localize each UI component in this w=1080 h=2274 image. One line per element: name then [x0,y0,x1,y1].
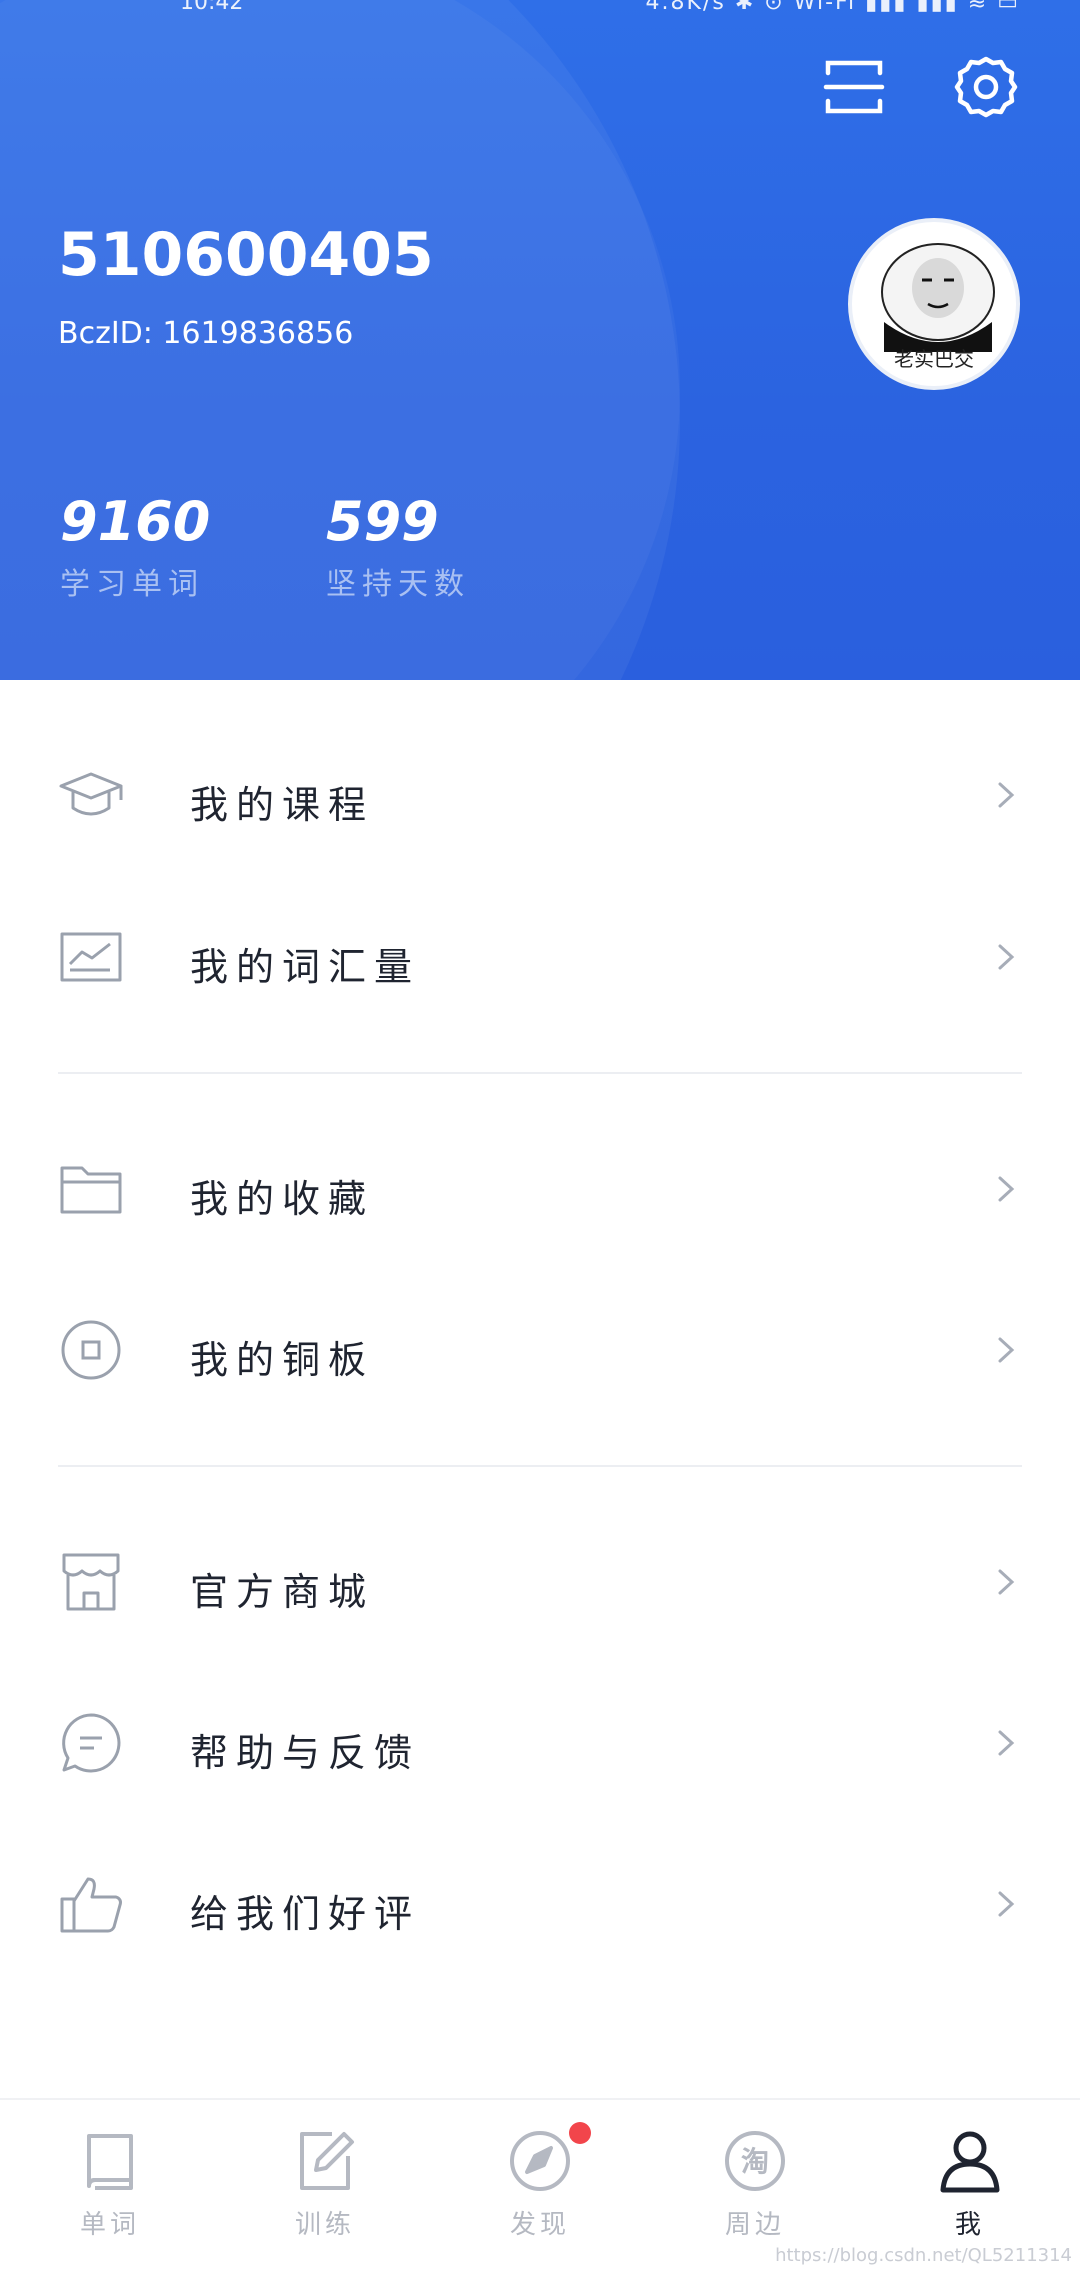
taobao-glyph: 淘 [741,2145,769,2178]
coin-icon [58,1317,124,1383]
nav-item-me[interactable]: 我 [900,2128,1040,2241]
status-indicators: 4.8K/s ✱ ⊙ Wi-Fi ▮▮▮ ▮▮▮ ≋ ▭ [645,0,1020,15]
profile-header: 10:42 4.8K/s ✱ ⊙ Wi-Fi ▮▮▮ ▮▮▮ ≋ ▭ 51060… [0,0,1080,680]
chevron-right-icon [998,1891,1015,1917]
store-icon [58,1549,124,1615]
menu-label: 我的课程 [190,783,375,827]
status-time: 10:42 [180,0,244,15]
status-bar: 10:42 4.8K/s ✱ ⊙ Wi-Fi ▮▮▮ ▮▮▮ ≋ ▭ [0,0,1080,15]
user-id: BczID: 1619836856 [58,316,354,351]
compass-icon [507,2122,591,2194]
nav-item-training[interactable]: 训练 [255,2128,395,2241]
chart-icon [58,924,124,990]
stat-days: 599 坚持天数 [326,490,470,603]
menu-label: 我的收藏 [190,1177,375,1221]
nav-label: 周边 [724,2210,785,2240]
stat-words-value: 9160 [60,490,211,553]
menu-item-vocabulary[interactable]: 我的词汇量 [0,892,1080,1022]
user-name: 510600405 [58,220,434,290]
chevron-right-icon [998,1569,1015,1595]
menu-item-favorites[interactable]: 我的收藏 [0,1124,1080,1254]
menu-label: 我的词汇量 [190,945,421,989]
stat-words-label: 学习单词 [60,567,204,602]
section-divider [58,1465,1022,1467]
chevron-right-icon [998,1730,1015,1756]
menu-label: 帮助与反馈 [190,1731,421,1775]
menu-item-coins[interactable]: 我的铜板 [0,1285,1080,1415]
menu-item-rate-us[interactable]: 给我们好评 [0,1839,1080,1969]
nav-item-merch[interactable]: 淘 周边 [685,2128,825,2241]
section-divider [58,1072,1022,1074]
person-icon [937,2128,1003,2194]
chat-icon [58,1710,124,1776]
scan-icon[interactable] [822,55,886,119]
chevron-right-icon [998,1176,1015,1202]
nav-label: 单词 [79,2210,140,2240]
menu-item-store[interactable]: 官方商城 [0,1517,1080,1647]
menu-label: 官方商城 [190,1570,375,1614]
avatar-face-icon [881,243,995,352]
nav-label: 训练 [294,2210,355,2240]
menu-item-courses[interactable]: 我的课程 [0,730,1080,860]
stat-words: 9160 学习单词 [60,490,210,603]
edit-icon [292,2128,358,2194]
nav-item-words[interactable]: 单词 [40,2128,180,2241]
menu-item-feedback[interactable]: 帮助与反馈 [0,1678,1080,1808]
book-icon [77,2128,143,2194]
chevron-right-icon [998,782,1015,808]
chevron-right-icon [998,944,1015,970]
stat-days-value: 599 [326,490,439,553]
nav-item-discover[interactable]: 发现 [470,2122,610,2241]
watermark: https://blog.csdn.net/QL5211314 [775,2245,1072,2266]
menu-label: 我的铜板 [190,1338,375,1382]
chevron-right-icon [998,1337,1015,1363]
gear-icon[interactable] [954,55,1018,119]
thumbs-up-icon [58,1871,124,1937]
notification-badge [569,2122,591,2144]
nav-label: 发现 [509,2210,570,2240]
nav-label: 我 [954,2210,985,2240]
graduation-cap-icon [58,762,124,828]
stat-days-label: 坚持天数 [326,567,470,602]
menu-label: 给我们好评 [190,1892,421,1936]
avatar[interactable]: 老实巴交 [848,218,1020,390]
avatar-caption: 老实巴交 [894,347,974,371]
folder-icon [58,1156,124,1222]
taobao-icon: 淘 [722,2128,788,2194]
